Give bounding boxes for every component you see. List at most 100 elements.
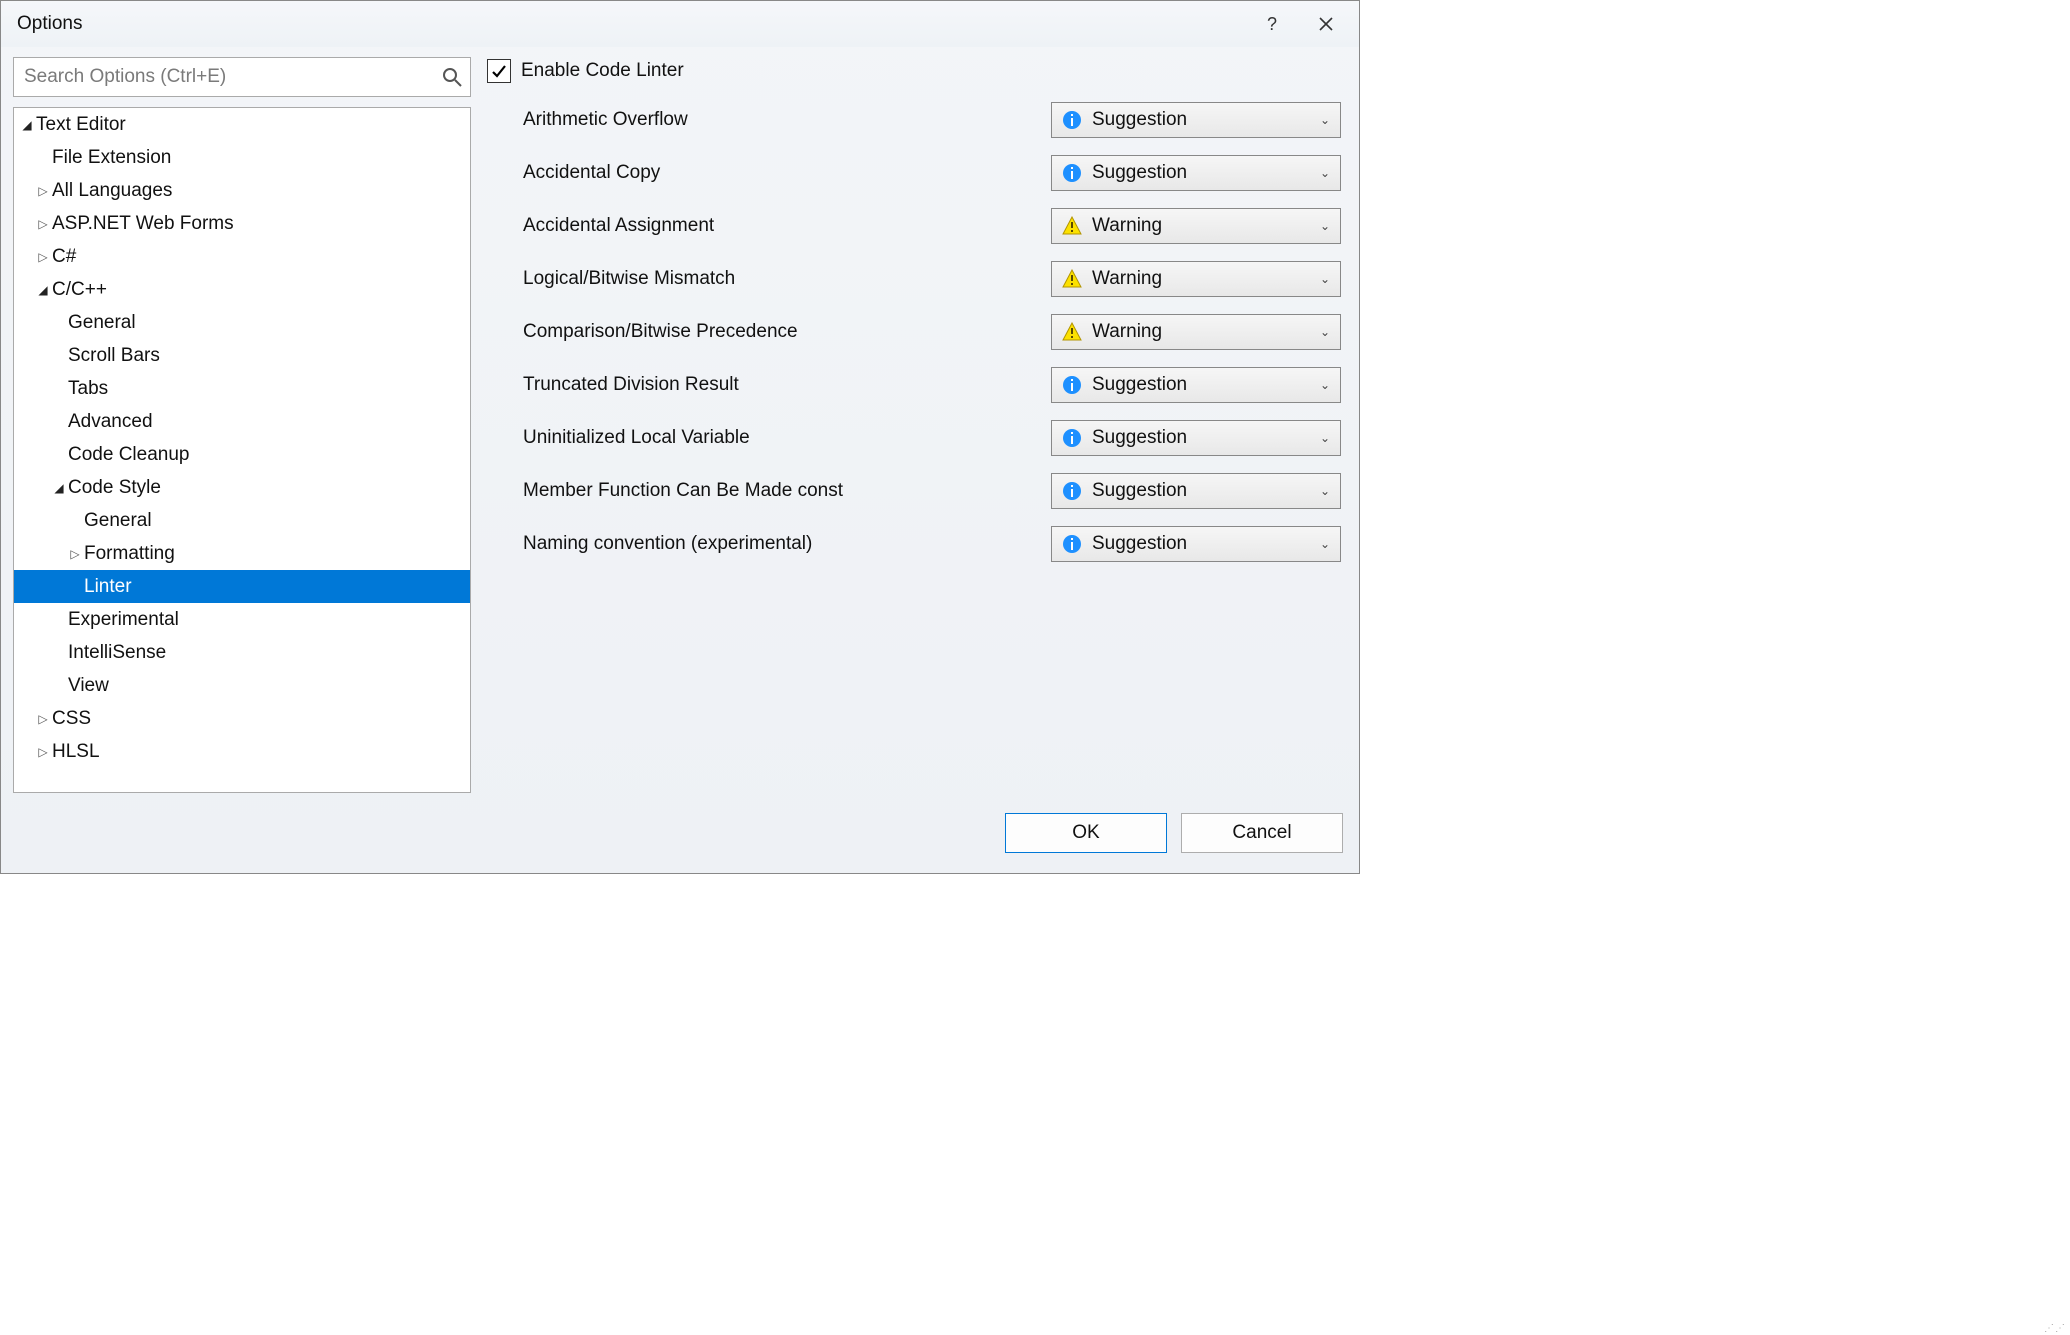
severity-select[interactable]: Suggestion ⌄ (1051, 155, 1341, 191)
tree-item[interactable]: ▷All Languages (14, 174, 470, 207)
tree-item[interactable]: ▷C# (14, 240, 470, 273)
chevron-down-icon: ⌄ (1320, 113, 1330, 127)
enable-linter-row: Enable Code Linter (487, 59, 1341, 83)
severity-select[interactable]: Warning⌄ (1051, 314, 1341, 350)
expand-icon: ▷ (68, 547, 82, 561)
expand-icon: ▷ (36, 184, 50, 198)
tree-item[interactable]: ▷HLSL (14, 735, 470, 768)
info-icon (1062, 428, 1082, 448)
tree-item[interactable]: ◢C/C++ (14, 273, 470, 306)
severity-select[interactable]: Warning⌄ (1051, 208, 1341, 244)
tree-item[interactable]: ▷Formatting (14, 537, 470, 570)
tree-item[interactable]: ▷General (14, 504, 470, 537)
chevron-down-icon: ⌄ (1320, 484, 1330, 498)
info-icon (1062, 375, 1082, 395)
rule-label: Logical/Bitwise Mismatch (523, 268, 1051, 290)
tree-item[interactable]: ◢Code Style (14, 471, 470, 504)
cancel-button[interactable]: Cancel (1181, 813, 1343, 853)
options-tree-inner[interactable]: ◢Text Editor▷File Extension▷All Language… (14, 108, 470, 792)
tree-item-label: View (68, 675, 109, 697)
rule-row: Naming convention (experimental)Suggesti… (487, 517, 1341, 570)
collapse-icon: ◢ (20, 118, 34, 132)
rule-row: Uninitialized Local Variable Suggestion ⌄ (487, 411, 1341, 464)
tree-item-label: Formatting (84, 543, 175, 565)
enable-linter-label: Enable Code Linter (521, 60, 684, 82)
tree-item[interactable]: ▷Experimental (14, 603, 470, 636)
tree-item[interactable]: ◢Text Editor (14, 108, 470, 141)
info-icon (1062, 481, 1082, 501)
tree-item-label: Text Editor (36, 114, 126, 136)
severity-select[interactable]: Suggestion ⌄ (1051, 526, 1341, 562)
tree-item[interactable]: ▷ASP.NET Web Forms (14, 207, 470, 240)
chevron-down-icon: ⌄ (1320, 166, 1330, 180)
tree-item-label: Linter (84, 576, 132, 598)
rule-label: Naming convention (experimental) (523, 533, 1051, 555)
severity-value: Warning (1092, 215, 1310, 237)
dialog-footer: OK Cancel (1, 803, 1359, 873)
search-wrap (13, 57, 471, 97)
rule-label: Uninitialized Local Variable (523, 427, 1051, 449)
expand-icon: ▷ (36, 745, 50, 759)
rule-label: Member Function Can Be Made const (523, 480, 1051, 502)
rule-label: Arithmetic Overflow (523, 109, 1051, 131)
severity-value: Warning (1092, 268, 1310, 290)
chevron-down-icon: ⌄ (1320, 378, 1330, 392)
severity-select[interactable]: Suggestion⌄ (1051, 367, 1341, 403)
tree-item[interactable]: ▷File Extension (14, 141, 470, 174)
warning-icon (1062, 269, 1082, 289)
rule-label: Comparison/Bitwise Precedence (523, 321, 1051, 343)
window-title: Options (17, 13, 1241, 35)
tree-item-label: Advanced (68, 411, 153, 433)
tree-item-label: CSS (52, 708, 91, 730)
tree-item[interactable]: ▷CSS (14, 702, 470, 735)
content-area: ◢Text Editor▷File Extension▷All Language… (1, 47, 1359, 803)
severity-value: Suggestion (1092, 533, 1310, 555)
severity-select[interactable]: Suggestion ⌄ (1051, 473, 1341, 509)
tree-item-label: IntelliSense (68, 642, 166, 664)
tree-item[interactable]: ▷Code Cleanup (14, 438, 470, 471)
tree-item[interactable]: ▷General (14, 306, 470, 339)
rule-row: Arithmetic OverflowSuggestion⌄ (487, 93, 1341, 146)
titlebar: Options ? (1, 1, 1359, 47)
tree-item-label: Code Cleanup (68, 444, 189, 466)
severity-value: Suggestion (1092, 162, 1310, 184)
search-input[interactable] (14, 60, 470, 94)
resize-grip[interactable]: ⋰⋰ (2044, 1327, 2066, 1331)
ok-button[interactable]: OK (1005, 813, 1167, 853)
tree-item-label: Code Style (68, 477, 161, 499)
help-button[interactable]: ? (1249, 1, 1295, 47)
tree-item-label: File Extension (52, 147, 171, 169)
expand-icon: ▷ (36, 250, 50, 264)
enable-linter-checkbox[interactable] (487, 59, 511, 83)
tree-item[interactable]: ▷Linter (14, 570, 470, 603)
rule-label: Accidental Copy (523, 162, 1051, 184)
tree-item[interactable]: ▷Tabs (14, 372, 470, 405)
tree-item-label: General (68, 312, 136, 334)
tree-item[interactable]: ▷IntelliSense (14, 636, 470, 669)
tree-item-label: C/C++ (52, 279, 107, 301)
rule-row: Logical/Bitwise Mismatch Warning ⌄ (487, 252, 1341, 305)
left-panel: ◢Text Editor▷File Extension▷All Language… (13, 57, 471, 793)
severity-value: Suggestion (1092, 480, 1310, 502)
rule-label: Truncated Division Result (523, 374, 1051, 396)
collapse-icon: ◢ (52, 481, 66, 495)
chevron-down-icon: ⌄ (1320, 537, 1330, 551)
tree-item[interactable]: ▷Scroll Bars (14, 339, 470, 372)
rule-row: Member Function Can Be Made constSuggest… (487, 464, 1341, 517)
tree-item-label: ASP.NET Web Forms (52, 213, 234, 235)
search-icon (442, 67, 462, 87)
tree-item-label: General (84, 510, 152, 532)
expand-icon: ▷ (36, 217, 50, 231)
severity-select[interactable]: Warning ⌄ (1051, 261, 1341, 297)
info-icon (1062, 534, 1082, 554)
chevron-down-icon: ⌄ (1320, 272, 1330, 286)
chevron-down-icon: ⌄ (1320, 431, 1330, 445)
tree-item[interactable]: ▷Advanced (14, 405, 470, 438)
close-button[interactable] (1303, 1, 1349, 47)
severity-select[interactable]: Suggestion ⌄ (1051, 420, 1341, 456)
options-tree: ◢Text Editor▷File Extension▷All Language… (13, 107, 471, 793)
severity-value: Suggestion (1092, 427, 1310, 449)
tree-item[interactable]: ▷View (14, 669, 470, 702)
severity-select[interactable]: Suggestion⌄ (1051, 102, 1341, 138)
info-icon (1062, 110, 1082, 130)
